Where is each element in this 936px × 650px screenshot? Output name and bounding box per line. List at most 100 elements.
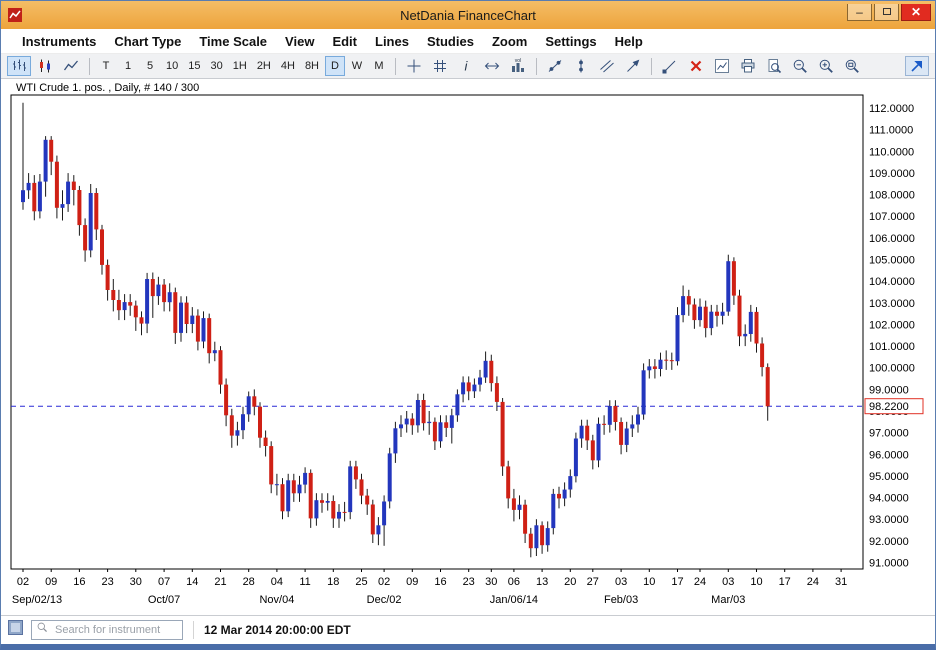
menu-view[interactable]: View [276,34,323,49]
menu-chart-type[interactable]: Chart Type [105,34,190,49]
svg-text:18: 18 [327,576,339,588]
expand-horizontal-button[interactable] [480,56,504,76]
chart-type-candlestick-button[interactable] [33,56,57,76]
arrow-tool-button[interactable] [621,56,645,76]
timeframe-30min-button[interactable]: 30 [207,56,227,76]
status-bar: 12 Mar 2014 20:00:00 EDT [1,615,935,644]
svg-text:101.0000: 101.0000 [869,341,915,353]
trend-line-button[interactable] [543,56,567,76]
svg-text:10: 10 [643,576,655,588]
svg-text:98.2200: 98.2200 [869,401,909,413]
svg-text:07: 07 [158,576,170,588]
menu-bar: InstrumentsChart TypeTime ScaleViewEditL… [1,29,935,54]
svg-text:102.0000: 102.0000 [869,319,915,331]
status-separator [193,621,194,639]
grid-icon [432,58,448,74]
menu-instruments[interactable]: Instruments [13,34,105,49]
instrument-search[interactable] [31,620,183,640]
menu-help[interactable]: Help [606,34,652,49]
svg-text:25: 25 [355,576,367,588]
timeframe-1h-button[interactable]: 1H [229,56,251,76]
svg-text:94.0000: 94.0000 [869,493,909,505]
timeframe-5min-button[interactable]: 5 [140,56,160,76]
arrow-tool-icon [625,58,641,74]
zoom-reset-button[interactable] [840,56,864,76]
toolbar-separator [395,58,396,75]
menu-edit[interactable]: Edit [323,34,366,49]
channel-button[interactable] [595,56,619,76]
search-input[interactable] [53,623,178,637]
minimize-button[interactable]: – [847,4,872,21]
timeframe-1min-button[interactable]: 1 [118,56,138,76]
x-axis: 0209162330071421280411182502091623300613… [12,569,847,606]
svg-text:91.0000: 91.0000 [869,558,909,570]
channel-icon [599,58,615,74]
timeframe-4h-button[interactable]: 4H [277,56,299,76]
crosshair-button[interactable] [402,56,426,76]
zoom-reset-icon [844,58,860,74]
svg-text:Oct/07: Oct/07 [148,594,180,606]
svg-text:100.0000: 100.0000 [869,363,915,375]
svg-text:105.0000: 105.0000 [869,255,915,267]
svg-text:17: 17 [671,576,683,588]
delete-x-icon [688,58,704,74]
timeframe-weekly-button[interactable]: W [347,56,367,76]
timeframe-8h-button[interactable]: 8H [301,56,323,76]
trend-line-icon [547,58,563,74]
close-button[interactable]: ✕ [901,4,931,21]
close-icon: ✕ [911,6,921,18]
maximize-button[interactable] [874,4,899,21]
svg-text:109.0000: 109.0000 [869,168,915,180]
menu-studies[interactable]: Studies [418,34,483,49]
mini-chart-icon [714,58,730,74]
svg-text:99.0000: 99.0000 [869,384,909,396]
line-chart-icon [63,58,79,74]
svg-text:27: 27 [587,576,599,588]
svg-text:vol: vol [515,58,521,64]
title-bar: NetDania FinanceChart – ✕ [1,1,935,29]
delete-studies-button[interactable] [684,56,708,76]
price-chart[interactable]: 91.000092.000093.000094.000095.000096.00… [1,79,935,615]
timeframe-monthly-button[interactable]: M [369,56,389,76]
svg-text:03: 03 [615,576,627,588]
timeframe-daily-button[interactable]: D [325,56,345,76]
svg-text:23: 23 [101,576,113,588]
info-button[interactable]: i [454,56,478,76]
chart-type-line-button[interactable] [59,56,83,76]
svg-text:23: 23 [463,576,475,588]
zoom-out-button[interactable] [788,56,812,76]
timeframe-10min-button[interactable]: 10 [162,56,182,76]
timeframe-tick-button[interactable]: T [96,56,116,76]
grid-button[interactable] [428,56,452,76]
menu-zoom[interactable]: Zoom [483,34,536,49]
status-app-icon [8,620,23,640]
svg-text:104.0000: 104.0000 [869,276,915,288]
vertical-line-button[interactable] [569,56,593,76]
popout-button[interactable] [905,56,929,76]
svg-text:Dec/02: Dec/02 [367,594,402,606]
angle-tool-button[interactable] [658,56,682,76]
svg-text:16: 16 [434,576,446,588]
timeframe-15min-button[interactable]: 15 [184,56,204,76]
print-preview-button[interactable] [762,56,786,76]
svg-text:17: 17 [779,576,791,588]
menu-settings[interactable]: Settings [536,34,605,49]
candlestick-chart-icon [37,58,53,74]
svg-text:110.0000: 110.0000 [869,146,914,158]
svg-text:28: 28 [243,576,255,588]
timeframe-2h-button[interactable]: 2H [253,56,275,76]
chart-type-bars-button[interactable] [7,56,31,76]
zoom-out-icon [792,58,808,74]
svg-text:04: 04 [271,576,283,588]
volume-button[interactable]: vol [506,56,530,76]
menu-lines[interactable]: Lines [366,34,418,49]
svg-text:103.0000: 103.0000 [869,298,915,310]
svg-text:24: 24 [694,576,706,588]
mini-chart-button[interactable] [710,56,734,76]
svg-text:06: 06 [508,576,520,588]
zoom-in-button[interactable] [814,56,838,76]
print-button[interactable] [736,56,760,76]
svg-text:31: 31 [835,576,847,588]
menu-time-scale[interactable]: Time Scale [190,34,276,49]
window-title: NetDania FinanceChart [1,8,935,23]
